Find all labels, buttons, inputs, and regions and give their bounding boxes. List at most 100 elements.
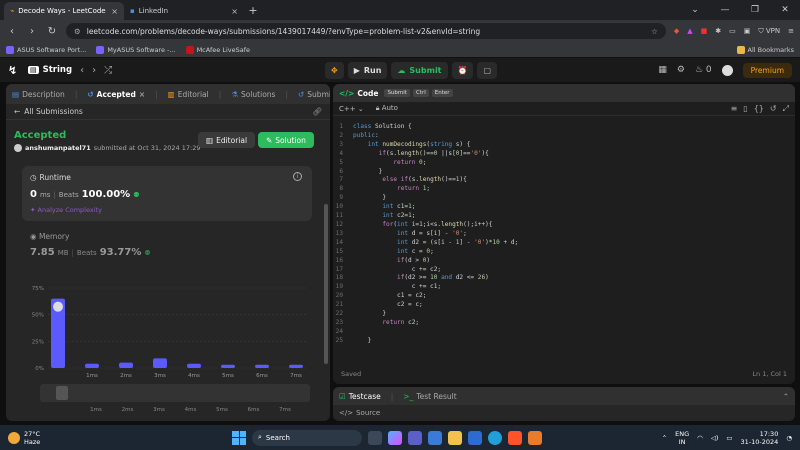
code-line[interactable]: 7 else if(s.length()==1){ (333, 176, 795, 185)
bookmark-item[interactable]: McAfee LiveSafe (185, 45, 250, 54)
code-editor[interactable]: 1 class Solution {2 public: 3 int numDecodi… (333, 123, 795, 346)
store-icon[interactable] (468, 430, 482, 445)
brave-rewards-icon[interactable]: ▲ (687, 27, 692, 35)
code-line[interactable]: 25 } (333, 337, 795, 346)
bookmark-icon[interactable]: ▯ (743, 104, 747, 114)
tab-editorial[interactable]: ▥ Editorial (168, 90, 209, 99)
teams-icon[interactable] (408, 430, 422, 445)
bookmark-item[interactable]: MyASUS Software -... (96, 45, 176, 54)
back-icon[interactable]: ‹ (6, 26, 18, 37)
link-icon[interactable]: 🔗︎ (312, 107, 322, 116)
format-icon[interactable]: ≡ (731, 104, 738, 114)
avatar[interactable] (721, 64, 733, 76)
tab-search-icon[interactable]: ⌄ (680, 0, 710, 20)
browser-tab-leetcode[interactable]: ⌁ Decode Ways - LeetCode × (4, 2, 124, 20)
notification-icon[interactable]: ◔ (786, 434, 792, 442)
site-info-icon[interactable]: ⚙ (74, 27, 81, 36)
code-line[interactable]: 10 int c1=1; (333, 203, 795, 212)
solution-button[interactable]: ✎ Solution (258, 132, 314, 148)
editorial-button[interactable]: ▥ Editorial (198, 132, 256, 148)
tab-description[interactable]: ▤ Description (12, 90, 65, 99)
leetcode-logo-icon[interactable]: ↯ (8, 64, 20, 77)
bookmark-item[interactable]: ASUS Software Port... (6, 45, 86, 54)
forward-icon[interactable]: › (26, 26, 38, 37)
code-line[interactable]: 24 (333, 328, 795, 337)
task-view-icon[interactable] (368, 430, 382, 445)
premium-button[interactable]: Premium (742, 62, 792, 78)
maximize-icon[interactable]: ❐ (740, 0, 770, 20)
code-line[interactable]: 6 } (333, 168, 795, 177)
weather-widget[interactable]: 27°C Haze (8, 430, 40, 446)
tab-testcase[interactable]: ☑ Testcase (339, 392, 381, 401)
brave-icon[interactable] (508, 430, 522, 445)
code-line[interactable]: 14 int d2 = (s[i - 1] - '0')*10 + d; (333, 239, 795, 248)
code-line[interactable]: 15 int c = 0; (333, 248, 795, 257)
extension-icon[interactable]: ■ (701, 27, 708, 35)
close-tab-icon[interactable]: × (231, 7, 238, 16)
code-line[interactable]: 5 return 0; (333, 159, 795, 168)
close-tab-icon[interactable]: × (139, 90, 145, 99)
problem-list-button[interactable]: ▤ String (28, 65, 72, 75)
notes-button[interactable]: ▢ (477, 61, 498, 79)
all-bookmarks-button[interactable]: All Bookmarks (736, 45, 794, 54)
scrollbar[interactable] (324, 204, 328, 364)
code-line[interactable]: 19 c += c1; (333, 283, 795, 292)
tab-code[interactable]: </> Code (339, 89, 378, 98)
extensions-puzzle-icon[interactable]: ✱ (715, 27, 721, 35)
reset-icon[interactable]: ↺ (770, 104, 777, 114)
language-indicator[interactable]: ENG IN (675, 430, 689, 446)
close-tab-icon[interactable]: × (111, 7, 118, 16)
sidebar-icon[interactable]: ▭ (729, 27, 736, 35)
code-line[interactable]: 2 public: (333, 132, 795, 141)
all-submissions-link[interactable]: ← All Submissions 🔗︎ (6, 104, 330, 120)
battery-icon[interactable]: ▭ (726, 434, 732, 442)
copilot-icon[interactable] (388, 430, 402, 445)
language-select[interactable]: C++ ⌄ (339, 105, 364, 113)
code-line[interactable]: 3 int numDecodings(string s) { (333, 141, 795, 150)
vpn-button[interactable]: ⛉ VPN (758, 27, 780, 36)
browser-tab-linkedin[interactable]: ▪ LinkedIn × (124, 2, 244, 20)
wifi-icon[interactable]: ◠ (697, 434, 703, 442)
taskbar-search[interactable]: ⌕ Search (252, 429, 362, 446)
brave-shield-icon[interactable]: ◆ (674, 27, 679, 35)
file-explorer-icon[interactable] (448, 430, 462, 445)
memory-label[interactable]: ◉ Memory (30, 232, 69, 241)
code-line[interactable]: 9 } (333, 194, 795, 203)
app-icon[interactable] (428, 430, 442, 445)
clock[interactable]: 17:30 31-10-2024 (741, 430, 779, 446)
code-line[interactable]: 1 class Solution { (333, 123, 795, 132)
code-line[interactable]: 8 return 1; (333, 185, 795, 194)
close-window-icon[interactable]: ✕ (770, 0, 800, 20)
code-line[interactable]: 12 for(int i=1;i<s.length();i++){ (333, 221, 795, 230)
next-problem-icon[interactable]: › (92, 65, 96, 76)
code-line[interactable]: 11 int c2=1; (333, 212, 795, 221)
chevron-up-icon[interactable]: ⌃ (662, 434, 667, 442)
code-line[interactable]: 20 c1 = c2; (333, 292, 795, 301)
tab-accepted[interactable]: ↺ Accepted × (87, 90, 145, 99)
tab-solutions[interactable]: ⚗ Solutions (231, 90, 275, 99)
reload-icon[interactable]: ↻ (46, 26, 58, 37)
edge-icon[interactable] (488, 430, 502, 445)
bookmark-star-icon[interactable]: ☆ (651, 27, 658, 36)
wallet-icon[interactable]: ▣ (744, 27, 751, 35)
source-toggle[interactable]: </> Source (333, 405, 795, 421)
fullscreen-icon[interactable]: ⤢ (783, 104, 789, 114)
settings-gear-icon[interactable]: ⚙ (677, 65, 685, 75)
minimize-icon[interactable]: — (710, 0, 740, 20)
analyze-complexity-link[interactable]: ✦ Analyze Complexity (30, 206, 102, 214)
menu-icon[interactable]: ≡ (788, 27, 794, 35)
code-line[interactable]: 23 return c2; (333, 319, 795, 328)
run-button[interactable]: ▶ Run (347, 61, 388, 79)
app-icon[interactable] (528, 430, 542, 445)
code-line[interactable]: 16 if(d > 0) (333, 257, 795, 266)
layout-icon[interactable]: ▦ (658, 65, 667, 75)
runtime-card[interactable]: ◷ Runtime i 0 ms | Beats 100.00% ⚉ ✦ Ana… (22, 166, 312, 221)
code-line[interactable]: 22 } (333, 310, 795, 319)
prev-problem-icon[interactable]: ‹ (80, 65, 84, 76)
windows-start-icon[interactable] (232, 430, 246, 445)
info-icon[interactable]: i (293, 172, 302, 181)
code-line[interactable]: 4 if(s.length()==0 ||s[0]=='0'){ (333, 150, 795, 159)
timer-button[interactable]: ⏰ (451, 61, 474, 79)
code-line[interactable]: 17 c += c2; (333, 266, 795, 275)
streak-counter[interactable]: ♨ 0 (695, 65, 712, 75)
